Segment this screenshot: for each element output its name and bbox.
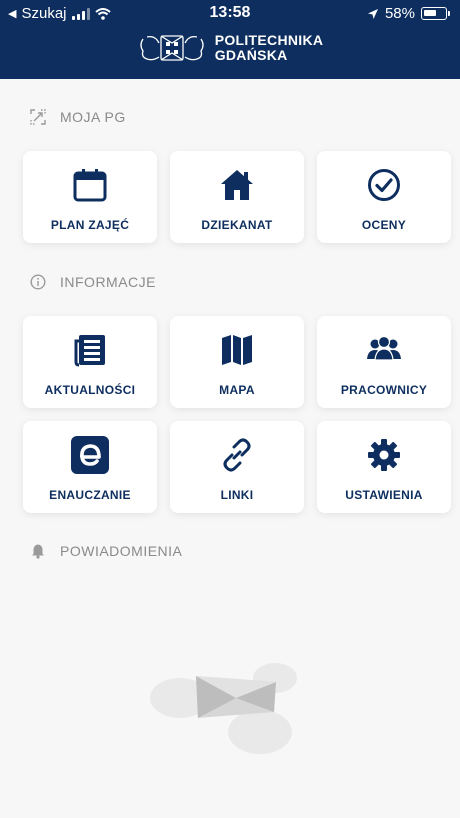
tile-linki[interactable]: LINKI — [170, 421, 304, 513]
tile-label: LINKI — [220, 488, 254, 502]
battery-tip — [448, 11, 450, 16]
tile-label: DZIEKANAT — [201, 218, 273, 232]
brand-line-2: GDAŃSKA — [214, 47, 288, 63]
tile-pracownicy[interactable]: PRACOWNICY — [317, 316, 451, 408]
status-right: 58% — [367, 5, 450, 22]
tile-oceny[interactable]: OCENY — [317, 151, 451, 243]
link-icon — [223, 438, 251, 472]
gear-icon — [368, 439, 400, 471]
status-bar: ◀ Szukaj 13:58 58% — [0, 0, 460, 28]
tile-label: OCENY — [361, 218, 407, 232]
map-icon — [222, 335, 252, 365]
tile-label: PLAN ZAJĘĆ — [50, 218, 130, 232]
brand: POLITECHNIKA GDAŃSKA — [0, 31, 460, 65]
brand-name: POLITECHNIKA GDAŃSKA — [215, 33, 324, 63]
crest-logo-icon — [140, 35, 204, 61]
tile-label: PRACOWNICY — [340, 383, 428, 397]
resize-icon — [30, 109, 46, 125]
section-informacje: INFORMACJE — [30, 274, 156, 290]
empty-notifications-illustration — [150, 663, 297, 754]
bell-icon — [32, 544, 44, 559]
tile-plan-zajec[interactable]: PLAN ZAJĘĆ — [23, 151, 157, 243]
section-moja-pg: MOJA PG — [30, 109, 126, 125]
tile-aktualnosci[interactable]: AKTUALNOŚCI — [23, 316, 157, 408]
location-arrow-icon — [367, 8, 378, 19]
tile-enauczanie[interactable]: ENAUCZANIE — [23, 421, 157, 513]
section-powiadomienia: POWIADOMIENIA — [30, 543, 182, 559]
tile-label: MAPA — [219, 383, 255, 397]
home-icon — [221, 170, 253, 200]
news-icon — [74, 335, 105, 367]
people-icon — [367, 335, 401, 361]
tile-ustawienia[interactable]: USTAWIENIA — [317, 421, 451, 513]
tile-dziekanat[interactable]: DZIEKANAT — [170, 151, 304, 243]
brand-line-1: POLITECHNIKA — [214, 32, 324, 48]
battery-icon — [421, 7, 447, 20]
info-icon — [30, 274, 46, 290]
check-circle-icon — [368, 169, 400, 201]
app-header: ◀ Szukaj 13:58 58% POLITECHNIKA GDAŃSKA — [0, 0, 460, 79]
tile-mapa[interactable]: MAPA — [170, 316, 304, 408]
tile-label: ENAUCZANIE — [49, 488, 131, 502]
section-title-moja-pg: MOJA PG — [60, 109, 126, 125]
calendar-icon — [73, 169, 107, 202]
section-title-informacje: INFORMACJE — [60, 274, 156, 290]
battery-percent: 58% — [384, 5, 415, 22]
tile-label: AKTUALNOŚCI — [44, 383, 136, 397]
section-title-powiadomienia: POWIADOMIENIA — [60, 543, 183, 559]
tile-label: USTAWIENIA — [345, 488, 423, 502]
e-icon — [71, 436, 109, 474]
